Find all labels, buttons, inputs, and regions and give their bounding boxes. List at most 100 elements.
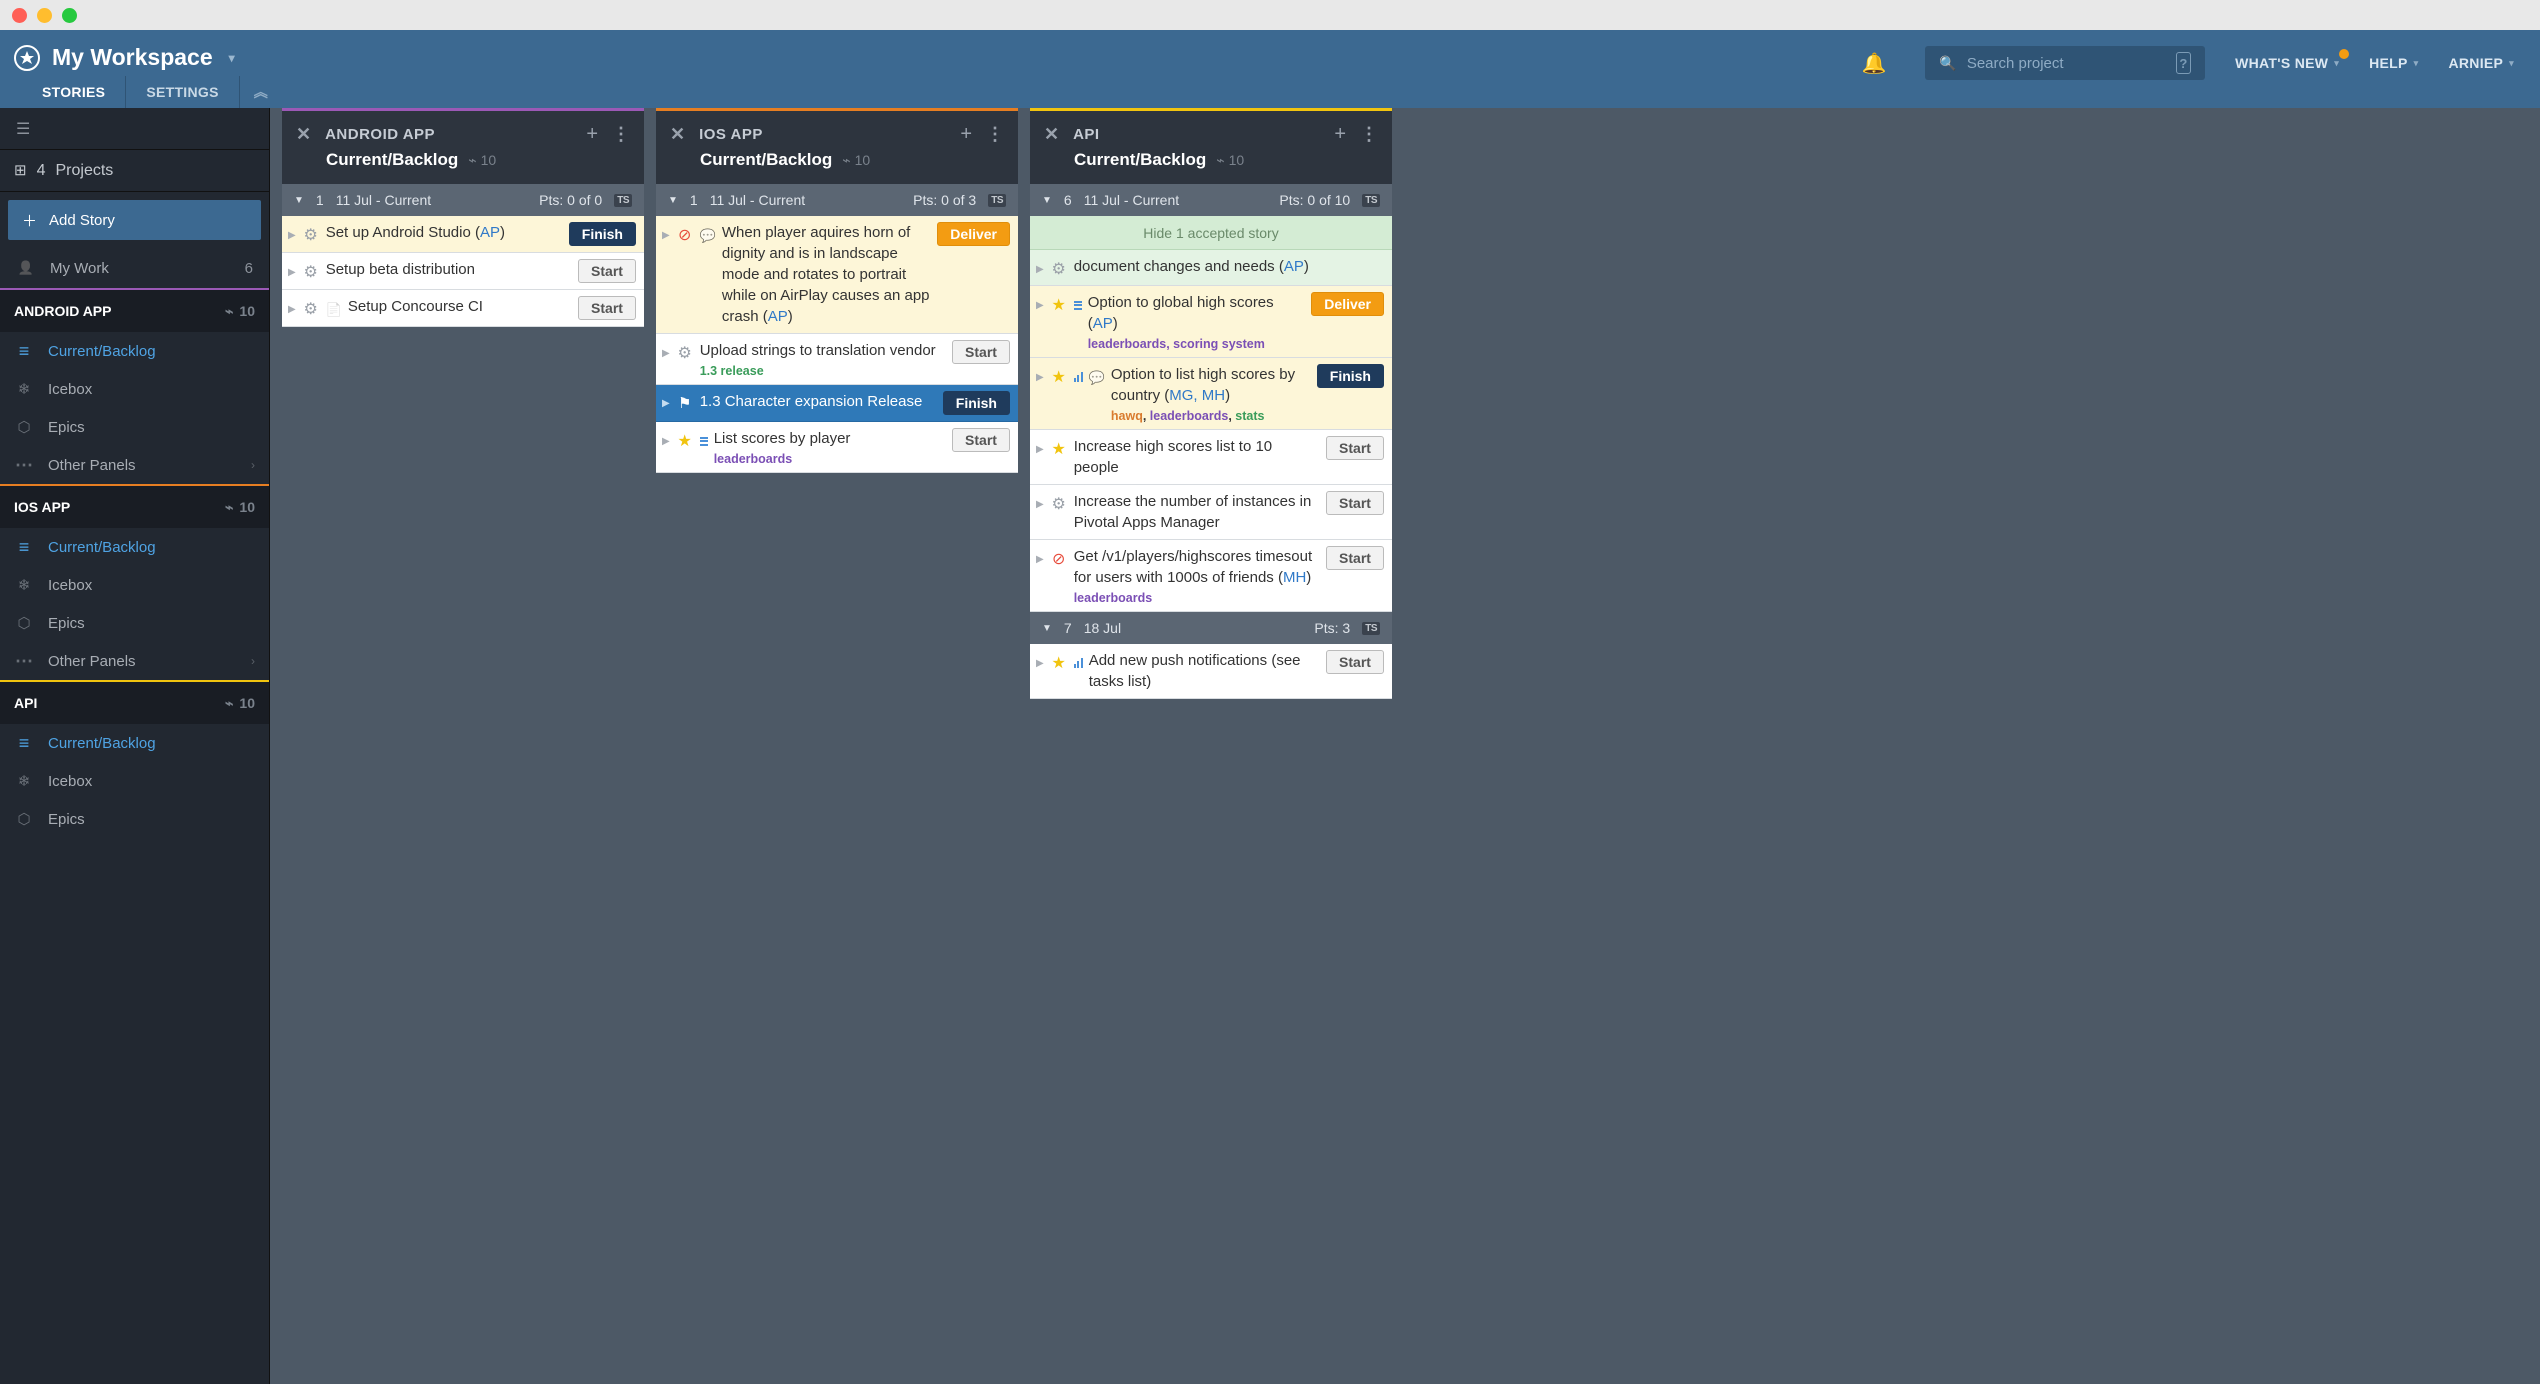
story-card[interactable]: ▶ Option to list high scores by country … — [1030, 358, 1392, 430]
story-card[interactable]: ▶ document changes and needs (AP) — [1030, 250, 1392, 286]
expand-story-icon[interactable]: ▶ — [1036, 372, 1044, 383]
story-action-button[interactable]: Deliver — [1311, 292, 1384, 316]
story-action-button[interactable]: Start — [1326, 491, 1384, 515]
sidebar-item[interactable]: Other Panels› — [0, 642, 269, 680]
panel-menu-icon[interactable] — [1360, 124, 1378, 145]
story-card[interactable]: ▶ Setup beta distribution Start — [282, 253, 644, 290]
story-action-button[interactable]: Start — [1326, 650, 1384, 674]
expand-story-icon[interactable]: ▶ — [1036, 658, 1044, 669]
search-help-icon[interactable]: ? — [2176, 52, 2191, 74]
story-card[interactable]: ▶ Setup Concourse CI Start — [282, 290, 644, 327]
expand-story-icon[interactable]: ▶ — [1036, 499, 1044, 510]
iteration-header[interactable]: ▼ 1 11 Jul - Current Pts: 0 of 3 TS — [656, 184, 1018, 216]
expand-story-icon[interactable]: ▶ — [288, 230, 296, 241]
iteration-header[interactable]: ▼ 6 11 Jul - Current Pts: 0 of 10 TS — [1030, 184, 1392, 216]
sidebar-item[interactable]: Current/Backlog — [0, 332, 269, 370]
accepted-stories-toggle[interactable]: Hide 1 accepted story — [1030, 216, 1392, 250]
story-owner: AP — [1093, 315, 1113, 332]
sidebar-section-header[interactable]: ANDROID APP 10 — [0, 288, 269, 332]
search-box[interactable]: 🔍 ? — [1925, 46, 2205, 80]
expand-story-icon[interactable]: ▶ — [288, 267, 296, 278]
collapse-header-button[interactable] — [240, 76, 282, 108]
close-panel-icon[interactable]: ✕ — [670, 124, 685, 145]
add-story-button[interactable]: ＋ Add Story — [8, 200, 261, 240]
story-card[interactable]: ▶ Option to global high scores (AP) lead… — [1030, 286, 1392, 358]
story-card[interactable]: ▶ When player aquires horn of dignity an… — [656, 216, 1018, 334]
story-action-button[interactable]: Start — [578, 296, 636, 320]
volatility-icon — [842, 152, 850, 168]
story-action-button[interactable]: Finish — [569, 222, 636, 246]
add-story-icon[interactable] — [1334, 123, 1346, 146]
team-strength-icon[interactable]: TS — [614, 194, 632, 207]
story-owner: MH — [1283, 569, 1306, 586]
user-menu[interactable]: ARNIEP ▾ — [2448, 55, 2514, 71]
sidebar-item[interactable]: Icebox — [0, 370, 269, 408]
close-panel-icon[interactable]: ✕ — [296, 124, 311, 145]
expand-story-icon[interactable]: ▶ — [662, 398, 670, 409]
add-story-icon[interactable] — [586, 123, 598, 146]
sidebar-item[interactable]: Other Panels› — [0, 446, 269, 484]
sidebar-item[interactable]: Epics — [0, 604, 269, 642]
release-icon — [676, 394, 694, 412]
story-card[interactable]: ▶ Increase high scores list to 10 people… — [1030, 430, 1392, 485]
panel-menu-icon[interactable] — [986, 124, 1004, 145]
help-link[interactable]: HELP ▾ — [2369, 55, 2418, 71]
sidebar-section-header[interactable]: IOS APP 10 — [0, 484, 269, 528]
story-card[interactable]: ▶ List scores by player leaderboards Sta… — [656, 422, 1018, 473]
panel-menu-icon[interactable] — [612, 124, 630, 145]
close-window-icon[interactable] — [12, 8, 27, 23]
sidebar-item[interactable]: Current/Backlog — [0, 724, 269, 762]
expand-story-icon[interactable]: ▶ — [1036, 554, 1044, 565]
my-work-link[interactable]: My Work 6 — [0, 248, 269, 288]
sidebar-item[interactable]: Epics — [0, 408, 269, 446]
iteration-header[interactable]: ▼ 7 18 Jul Pts: 3 TS — [1030, 612, 1392, 644]
tab-stories[interactable]: STORIES — [22, 76, 126, 108]
story-action-button[interactable]: Start — [578, 259, 636, 283]
projects-header[interactable]: 4 Projects — [0, 150, 269, 192]
story-labels: leaderboards — [1074, 591, 1320, 605]
story-action-button[interactable]: Start — [1326, 546, 1384, 570]
expand-story-icon[interactable]: ▶ — [1036, 444, 1044, 455]
whats-new-link[interactable]: WHAT'S NEW ▾ — [2235, 55, 2339, 71]
story-card[interactable]: ▶ Increase the number of instances in Pi… — [1030, 485, 1392, 540]
sidebar-item[interactable]: Icebox — [0, 762, 269, 800]
sidebar-section-header[interactable]: API 10 — [0, 680, 269, 724]
notifications-bell-icon[interactable]: 🔔 — [1862, 51, 1887, 76]
story-action-button[interactable]: Start — [952, 428, 1010, 452]
story-action-button[interactable]: Finish — [943, 391, 1010, 415]
iteration-date: 11 Jul - Current — [710, 192, 805, 208]
story-card[interactable]: ▶ 1.3 Character expansion Release Finish — [656, 385, 1018, 422]
team-strength-icon[interactable]: TS — [988, 194, 1006, 207]
search-input[interactable] — [1967, 55, 2166, 72]
search-icon: 🔍 — [1939, 55, 1957, 72]
add-story-icon[interactable] — [960, 123, 972, 146]
story-card[interactable]: ▶ Upload strings to translation vendor 1… — [656, 334, 1018, 385]
zoom-window-icon[interactable] — [62, 8, 77, 23]
iteration-header[interactable]: ▼ 1 11 Jul - Current Pts: 0 of 0 TS — [282, 184, 644, 216]
sidebar-item[interactable]: Current/Backlog — [0, 528, 269, 566]
story-card[interactable]: ▶ Set up Android Studio (AP) Finish — [282, 216, 644, 253]
team-strength-icon[interactable]: TS — [1362, 622, 1380, 635]
expand-story-icon[interactable]: ▶ — [662, 230, 670, 241]
sidebar-item[interactable]: Icebox — [0, 566, 269, 604]
close-panel-icon[interactable]: ✕ — [1044, 124, 1059, 145]
sidebar-item[interactable]: Epics — [0, 800, 269, 838]
story-card[interactable]: ▶ Get /v1/players/highscores timesout fo… — [1030, 540, 1392, 612]
panel: ✕ IOS APP Current/Backlog 10 ▼ 1 11 Jul … — [656, 108, 1018, 1384]
workspace-switcher[interactable]: My Workspace ▾ — [14, 44, 235, 71]
expand-story-icon[interactable]: ▶ — [1036, 264, 1044, 275]
story-action-button[interactable]: Finish — [1317, 364, 1384, 388]
story-action-button[interactable]: Deliver — [937, 222, 1010, 246]
expand-story-icon[interactable]: ▶ — [662, 436, 670, 447]
story-action-button[interactable]: Start — [1326, 436, 1384, 460]
volatility-icon — [225, 499, 233, 516]
minimize-window-icon[interactable] — [37, 8, 52, 23]
sidebar-toggle[interactable] — [0, 108, 269, 150]
expand-story-icon[interactable]: ▶ — [1036, 300, 1044, 311]
story-card[interactable]: ▶ Add new push notifications (see tasks … — [1030, 644, 1392, 699]
story-action-button[interactable]: Start — [952, 340, 1010, 364]
tab-settings[interactable]: SETTINGS — [126, 76, 239, 108]
expand-story-icon[interactable]: ▶ — [662, 348, 670, 359]
expand-story-icon[interactable]: ▶ — [288, 304, 296, 315]
team-strength-icon[interactable]: TS — [1362, 194, 1380, 207]
